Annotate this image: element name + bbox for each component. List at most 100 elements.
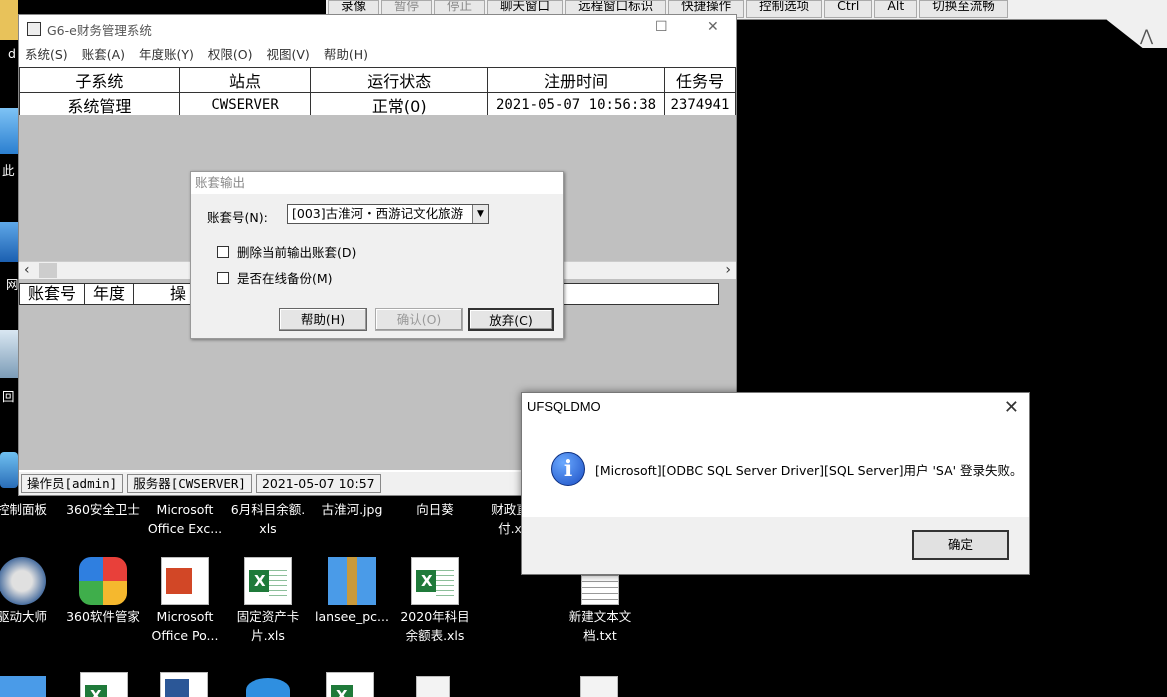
app-shortcut-icon[interactable] — [246, 678, 290, 697]
desktop-icon-2020-balance-xls[interactable]: 2020年科目 余额表.xls — [395, 557, 475, 645]
menu-year-account[interactable]: 年度账(Y) — [139, 44, 194, 63]
cell-site: CWSERVER — [178, 92, 312, 118]
account-no-label: 账套号(N): — [207, 210, 268, 225]
confirm-button[interactable]: 确认(O) — [375, 308, 463, 331]
archive-icon — [328, 557, 376, 605]
excel-file-icon — [244, 557, 292, 605]
status-server: 服务器[CWSERVER] — [127, 474, 252, 493]
subsystem-table: 子系统 站点 运行状态 注册时间 任务号 系统管理 CWSERVER 正常(0)… — [19, 67, 736, 118]
cell-subsystem: 系统管理 — [19, 92, 180, 118]
close-icon[interactable]: ✕ — [1004, 397, 1019, 418]
folder-icon[interactable] — [0, 676, 46, 697]
desktop-icon-label: 2020年科目 余额表.xls — [400, 609, 470, 643]
word-file-icon[interactable] — [160, 672, 208, 697]
checkbox-box[interactable] — [217, 245, 229, 258]
account-no-select[interactable]: [003]古淮河・西游记文化旅游 ▼ — [287, 204, 489, 224]
excel-file-icon[interactable] — [80, 672, 128, 697]
cell-status: 正常(0) — [310, 92, 489, 118]
desktop-icon-label: 360软件管家 — [66, 609, 140, 624]
scroll-thumb[interactable] — [39, 263, 57, 278]
header-site[interactable]: 站点 — [178, 67, 312, 93]
status-operator: 操作员[admin] — [21, 474, 124, 493]
info-icon: i — [551, 452, 585, 486]
header-task-no[interactable]: 任务号 — [664, 67, 736, 93]
360-software-icon — [79, 557, 127, 605]
desktop-icon-sunflower[interactable]: 向日葵 — [395, 500, 475, 519]
network-icon[interactable] — [0, 222, 18, 262]
excel-file-icon[interactable] — [326, 672, 374, 697]
desktop-icon-guhuaihe-jpg[interactable]: 古淮河.jpg — [312, 500, 392, 519]
error-message: [Microsoft][ODBC SQL Server Driver][SQL … — [595, 463, 1023, 478]
desktop-icon-label: 向日葵 — [416, 502, 454, 517]
desktop-icon-label: lansee_pc... — [315, 609, 389, 624]
cancel-button[interactable]: 放弃(C) — [468, 308, 554, 331]
header-operation[interactable]: 操 — [134, 284, 194, 304]
account-no-value: [003]古淮河・西游记文化旅游 — [292, 206, 464, 221]
desktop-left-label-3: 网 — [6, 277, 19, 292]
main-window-title: G6-e财务管理系统 — [47, 22, 152, 38]
desktop-icon-360-safe[interactable]: 360安全卫士 — [63, 500, 143, 519]
desktop-icon-excel[interactable]: Microsoft Office Exc... — [145, 500, 225, 538]
export-dialog-title: 账套输出 — [191, 172, 563, 194]
desktop-icon-label: 古淮河.jpg — [321, 502, 383, 517]
header-year[interactable]: 年度 — [85, 284, 135, 304]
header-status[interactable]: 运行状态 — [310, 67, 489, 93]
app-icon — [27, 22, 41, 36]
menu-permission[interactable]: 权限(O) — [208, 44, 253, 63]
desktop-icon-fixed-assets-xls[interactable]: 固定资产卡 片.xls — [228, 557, 308, 645]
desktop: d 此 网 回 录像 暂停 停止 聊天窗口 远程窗口标识 快捷操作 控制选项 C… — [0, 0, 1167, 697]
recycle-bin-icon[interactable] — [0, 330, 18, 378]
menubar: 系统(S) 账套(A) 年度账(Y) 权限(O) 视图(V) 帮助(H) — [19, 43, 736, 63]
desktop-left-label-2: 此 — [2, 163, 15, 178]
alt-button[interactable]: Alt — [874, 0, 918, 18]
cell-task-no: 2374941 — [664, 92, 736, 118]
desktop-left-label-4: 回 — [2, 389, 15, 404]
folder-icon[interactable] — [0, 0, 18, 40]
header-register-time[interactable]: 注册时间 — [487, 67, 665, 93]
image-file-icon[interactable] — [580, 676, 618, 697]
account-export-dialog: 账套输出 账套号(N): [003]古淮河・西游记文化旅游 ▼ 删除当前输出账套… — [190, 171, 564, 339]
menu-account[interactable]: 账套(A) — [82, 44, 125, 63]
delete-current-checkbox[interactable]: 删除当前输出账套(D) — [217, 242, 356, 261]
collapse-chevron-icon: ⋀ — [1140, 26, 1154, 45]
desktop-icon-june-balance-xls[interactable]: 6月科目余额. xls — [228, 500, 308, 538]
pc-icon[interactable] — [0, 108, 18, 154]
desktop-icon-label: 驱动大师 — [0, 609, 47, 624]
scroll-right-icon[interactable]: › — [725, 262, 731, 279]
folder-icon[interactable] — [416, 676, 450, 697]
desktop-icon-lansee[interactable]: lansee_pc... — [312, 557, 392, 626]
status-datetime: 2021-05-07 10:57 — [255, 474, 381, 493]
desktop-icon-driver-master[interactable]: 驱动大师 — [0, 557, 62, 626]
menu-view[interactable]: 视图(V) — [267, 44, 310, 63]
ok-button[interactable]: 确定 — [912, 530, 1009, 560]
header-subsystem[interactable]: 子系统 — [19, 67, 180, 93]
ctrl-button[interactable]: Ctrl — [824, 0, 873, 18]
excel-file-icon — [411, 557, 459, 605]
desktop-icon-label: 360安全卫士 — [66, 502, 140, 517]
desktop-icon-label: 6月科目余额. xls — [230, 502, 306, 536]
desktop-icon-powerpoint[interactable]: Microsoft Office Po... — [145, 557, 225, 645]
error-dialog-title: UFSQLDMO — [527, 399, 601, 414]
close-icon[interactable]: ✕ — [707, 19, 719, 35]
table-row[interactable]: 系统管理 CWSERVER 正常(0) 2021-05-07 10:56:38 … — [19, 92, 736, 118]
error-dialog-footer: 确定 — [522, 517, 1029, 574]
delete-current-label: 删除当前输出账套(D) — [237, 245, 357, 260]
desktop-icon-360-software[interactable]: 360软件管家 — [63, 557, 143, 626]
scroll-left-icon[interactable]: ‹ — [24, 262, 30, 279]
menu-system[interactable]: 系统(S) — [25, 44, 68, 63]
checkbox-box[interactable] — [217, 271, 229, 284]
desktop-icon-label: 控制面板 — [0, 502, 47, 517]
control-panel-icon[interactable] — [0, 452, 18, 488]
switch-smooth-button[interactable]: 切换至流畅 — [919, 0, 1008, 18]
dropdown-arrow-icon[interactable]: ▼ — [472, 205, 488, 223]
control-options-button[interactable]: 控制选项 — [746, 0, 823, 18]
desktop-icon-control-panel[interactable]: 控制面板 — [0, 500, 62, 519]
online-backup-label: 是否在线备份(M) — [237, 271, 333, 286]
help-button[interactable]: 帮助(H) — [279, 308, 367, 331]
cell-register-time: 2021-05-07 10:56:38 — [487, 92, 665, 118]
menu-help[interactable]: 帮助(H) — [324, 44, 368, 63]
remote-toolbar-collapse[interactable]: ⋀ — [1106, 0, 1167, 48]
header-account-no[interactable]: 账套号 — [20, 284, 86, 304]
online-backup-checkbox[interactable]: 是否在线备份(M) — [217, 268, 333, 287]
maximize-icon[interactable]: ☐ — [655, 19, 668, 35]
